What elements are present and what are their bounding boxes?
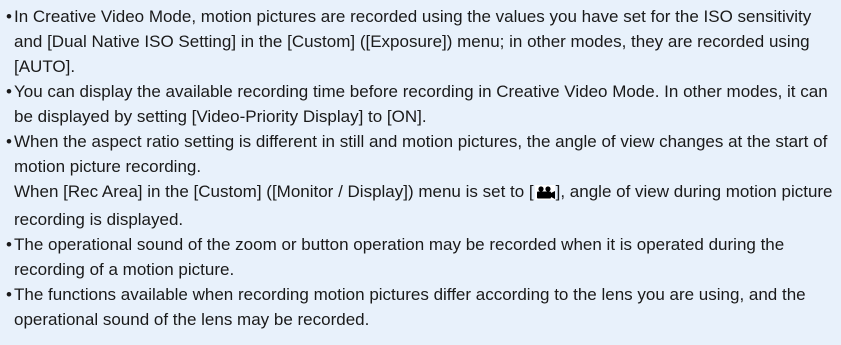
- note-text: The operational sound of the zoom or but…: [14, 235, 785, 279]
- bullet: •: [6, 7, 12, 26]
- note-operational-sound: • The operational sound of the zoom or b…: [6, 232, 835, 282]
- notes-box: • In Creative Video Mode, motion picture…: [0, 0, 841, 345]
- note-lens-functions: • The functions available when recording…: [6, 282, 835, 332]
- note-angle-of-view: • When the aspect ratio setting is diffe…: [6, 129, 835, 232]
- note-text-rec-area: When [Rec Area] in the [Custom] ([Monito…: [14, 182, 534, 201]
- note-iso-recording: • In Creative Video Mode, motion picture…: [6, 4, 835, 79]
- note-text: You can display the available recording …: [14, 82, 828, 126]
- bullet: •: [6, 285, 12, 304]
- motion-picture-camera-icon: [534, 182, 555, 207]
- note-text: In Creative Video Mode, motion pictures …: [14, 7, 812, 76]
- bullet: •: [6, 235, 12, 254]
- note-text: The functions available when recording m…: [14, 285, 806, 329]
- note-recording-time: • You can display the available recordin…: [6, 79, 835, 129]
- note-text: When the aspect ratio setting is differe…: [14, 132, 828, 176]
- bullet: •: [6, 132, 12, 151]
- bullet: •: [6, 82, 12, 101]
